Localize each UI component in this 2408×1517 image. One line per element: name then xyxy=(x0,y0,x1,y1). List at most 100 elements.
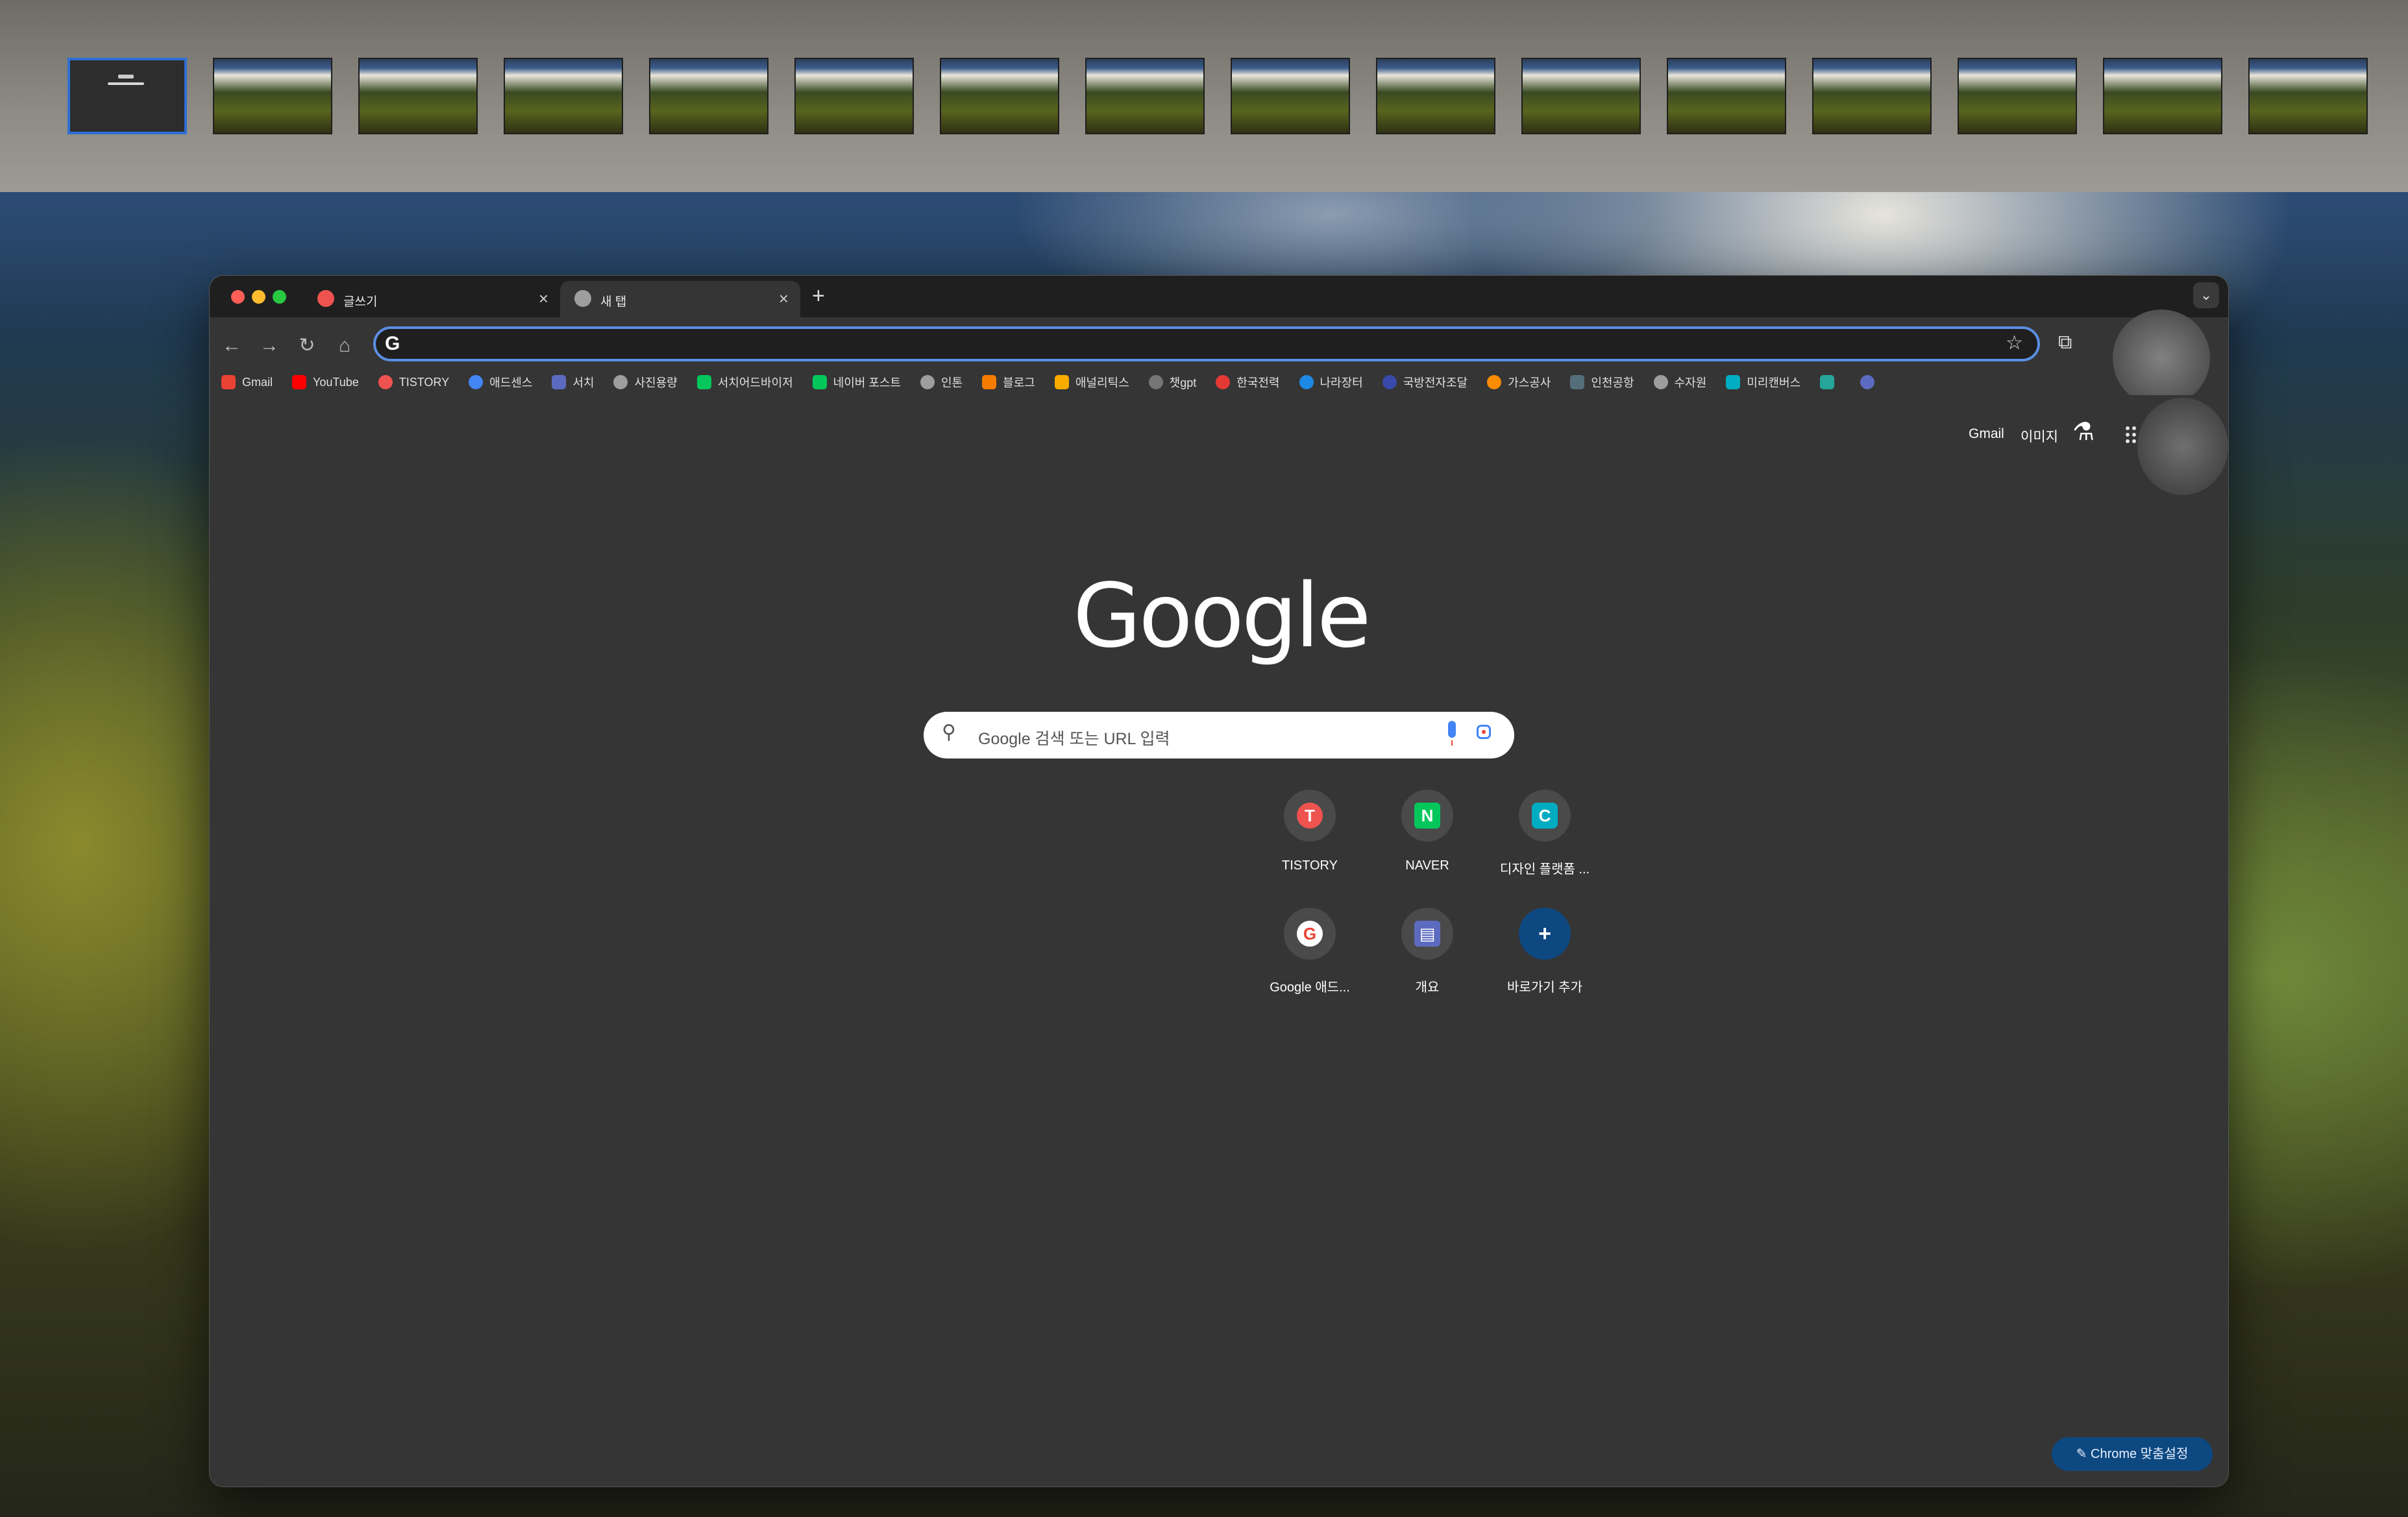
bookmark-item[interactable]: 챗gpt xyxy=(1148,374,1196,391)
new-tab-button[interactable]: + xyxy=(812,284,825,309)
tab-title: 새 탭 xyxy=(600,295,627,309)
gmail-link[interactable]: Gmail xyxy=(1969,426,2004,442)
reload-button[interactable]: ↻ xyxy=(293,332,321,360)
close-tab-icon[interactable]: × xyxy=(539,289,548,309)
search-box[interactable]: ⚲ Google 검색 또는 URL 입력 xyxy=(924,712,1514,758)
shortcut-icon-frame: + xyxy=(1519,908,1571,960)
youtube-icon xyxy=(292,375,307,389)
desktop-thumbnail-14[interactable] xyxy=(1958,58,2077,134)
tab-writing[interactable]: 글쓰기 × xyxy=(303,281,560,317)
desktop-thumbnail-4[interactable] xyxy=(504,58,623,134)
blogger-icon xyxy=(982,375,997,389)
bookmarks-bar: Gmail YouTube TISTORY 애드센스 서치 사진용량 서치어드바… xyxy=(221,369,1900,395)
shortcut-tile[interactable]: G Google 애드... xyxy=(1251,908,1368,995)
account-avatar[interactable] xyxy=(2137,398,2228,495)
bookmark-item[interactable] xyxy=(1860,375,1881,389)
profile-avatar[interactable] xyxy=(2113,309,2210,407)
shortcut-icon-frame: G xyxy=(1284,908,1336,960)
bookmark-item[interactable]: 애드센스 xyxy=(469,374,532,391)
google-icon xyxy=(469,375,484,389)
labs-flask-icon[interactable]: ⚗ xyxy=(2072,417,2095,446)
extensions-icon[interactable]: ⧉ xyxy=(2058,332,2072,354)
shortcut-label: 개요 xyxy=(1415,980,1440,995)
images-link[interactable]: 이미지 xyxy=(2021,426,2058,446)
shortcut-tile[interactable]: T TISTORY xyxy=(1251,790,1368,873)
microphone-icon[interactable] xyxy=(1448,721,1456,746)
plus-icon: + xyxy=(1538,921,1551,946)
bookmark-item[interactable]: 가스공사 xyxy=(1487,374,1551,391)
bookmark-item[interactable]: 블로그 xyxy=(982,374,1035,391)
chatgpt-icon xyxy=(1148,375,1163,389)
bookmark-item[interactable]: Gmail xyxy=(221,375,273,389)
bookmark-item[interactable]: 미리캔버스 xyxy=(1726,374,1800,391)
bookmark-item[interactable] xyxy=(1820,375,1841,389)
close-tab-icon[interactable]: × xyxy=(779,289,789,309)
customize-chrome-button[interactable]: ✎ Chrome 맞춤설정 xyxy=(2052,1437,2213,1471)
new-tab-page: Gmail 이미지 ⚗ Google ⚲ Google 검색 또는 URL 입력… xyxy=(210,395,2228,1487)
desktop-thumbnail-2[interactable] xyxy=(213,58,332,134)
close-window-button[interactable] xyxy=(231,290,245,304)
bookmark-item[interactable]: 서치어드바이저 xyxy=(696,374,793,391)
zoom-window-button[interactable] xyxy=(273,290,286,304)
tistory-icon: T xyxy=(1297,803,1323,829)
bookmark-item[interactable]: 서치 xyxy=(552,374,594,391)
bookmark-label: YouTube xyxy=(313,375,359,389)
bookmark-item[interactable]: 수자원 xyxy=(1653,374,1707,391)
naver-icon: N xyxy=(1414,803,1440,829)
discord-icon xyxy=(1860,375,1875,389)
bookmark-star-icon[interactable]: ☆ xyxy=(2006,332,2023,354)
desktop-thumbnail-8[interactable] xyxy=(1085,58,1205,134)
bookmark-item[interactable]: 인천공항 xyxy=(1570,374,1634,391)
search-console-icon xyxy=(552,375,567,389)
back-button[interactable]: ← xyxy=(217,332,246,360)
bookmark-item[interactable]: TISTORY xyxy=(378,375,449,389)
bookmark-item[interactable]: 네이버 포스트 xyxy=(812,374,901,391)
shortcut-label: Google 애드... xyxy=(1270,980,1350,995)
chevron-down-icon[interactable]: ⌄ xyxy=(2193,282,2219,308)
add-shortcut-button[interactable]: + 바로가기 추가 xyxy=(1486,908,1603,995)
bookmark-item[interactable]: 국방전자조달 xyxy=(1382,374,1468,391)
bookmark-item[interactable]: 한국전력 xyxy=(1216,374,1280,391)
shortcut-tile[interactable]: ▤ 개요 xyxy=(1369,908,1486,995)
desktop-thumbnail-5[interactable] xyxy=(649,58,768,134)
address-bar[interactable]: G ☆ xyxy=(373,326,2040,361)
bookmark-item[interactable]: YouTube xyxy=(292,375,359,389)
desktop-thumbnail-13[interactable] xyxy=(1812,58,1932,134)
shortcut-tile[interactable]: C 디자인 플랫폼 ... xyxy=(1486,790,1603,877)
defense-procurement-icon xyxy=(1382,375,1397,389)
bookmark-item[interactable]: 나라장터 xyxy=(1299,374,1363,391)
tab-new-tab[interactable]: 새 탭 × xyxy=(560,281,800,317)
bookmark-label: 서치 xyxy=(572,376,595,389)
desktop-thumbnail-16[interactable] xyxy=(2248,58,2368,134)
shortcut-tile[interactable]: N NAVER xyxy=(1369,790,1486,873)
shortcut-label: 바로가기 추가 xyxy=(1507,980,1582,995)
globe-icon xyxy=(920,375,935,389)
home-button[interactable]: ⌂ xyxy=(330,332,359,360)
desktop-thumbnail-10[interactable] xyxy=(1376,58,1495,134)
desktop-thumbnail-9[interactable] xyxy=(1231,58,1350,134)
bookmark-item[interactable]: 애널리틱스 xyxy=(1054,374,1129,391)
tab-title: 글쓰기 xyxy=(343,295,378,309)
bookmark-item[interactable]: 인톤 xyxy=(920,374,963,391)
search-icon: ⚲ xyxy=(942,722,956,743)
shortcut-icon-frame: C xyxy=(1519,790,1571,842)
minimize-window-button[interactable] xyxy=(252,290,265,304)
bookmark-label: 수자원 xyxy=(1674,376,1707,389)
desktop-thumbnail-15[interactable] xyxy=(2103,58,2222,134)
forward-button[interactable]: → xyxy=(255,332,284,360)
desktop-thumbnail-7[interactable] xyxy=(940,58,1059,134)
desktop-thumbnail-3[interactable] xyxy=(358,58,478,134)
apps-grid-icon[interactable] xyxy=(2124,425,2137,443)
miricanvas-icon: C xyxy=(1532,803,1558,829)
bookmark-label: 국방전자조달 xyxy=(1403,376,1468,389)
desktop-thumbnail-11[interactable] xyxy=(1521,58,1641,134)
desktop-thumbnail-6[interactable] xyxy=(794,58,914,134)
bookmark-item[interactable]: 사진용량 xyxy=(613,374,678,391)
google-lens-icon[interactable] xyxy=(1477,725,1491,739)
google-g-icon: G xyxy=(385,333,400,354)
globe-icon xyxy=(1653,375,1668,389)
desktop-thumbnail-12[interactable] xyxy=(1667,58,1786,134)
desktop-thumbnail-1[interactable] xyxy=(68,58,187,134)
analytics-icon xyxy=(1054,375,1069,389)
kepco-icon xyxy=(1216,375,1231,389)
